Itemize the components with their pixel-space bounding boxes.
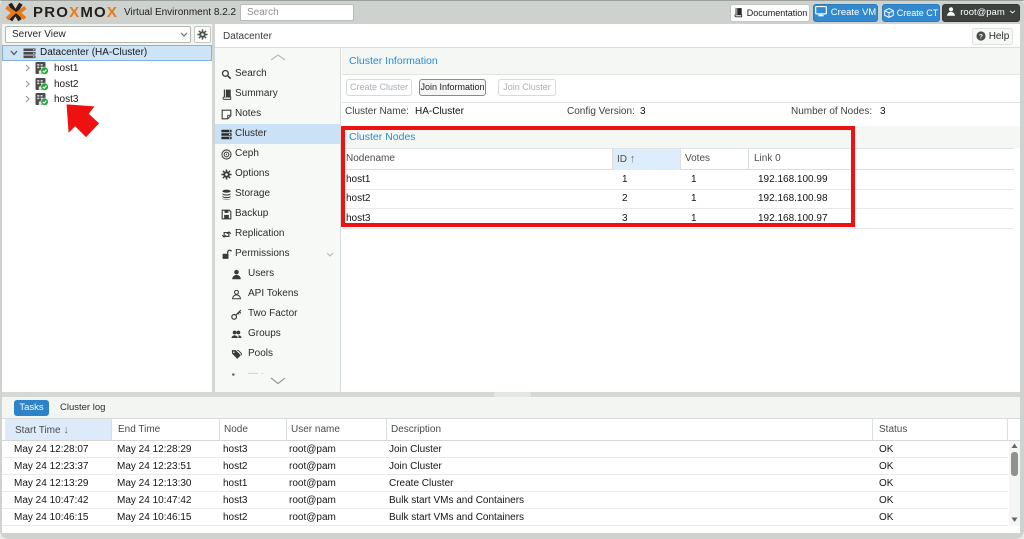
svg-text:?: ? <box>979 33 983 40</box>
